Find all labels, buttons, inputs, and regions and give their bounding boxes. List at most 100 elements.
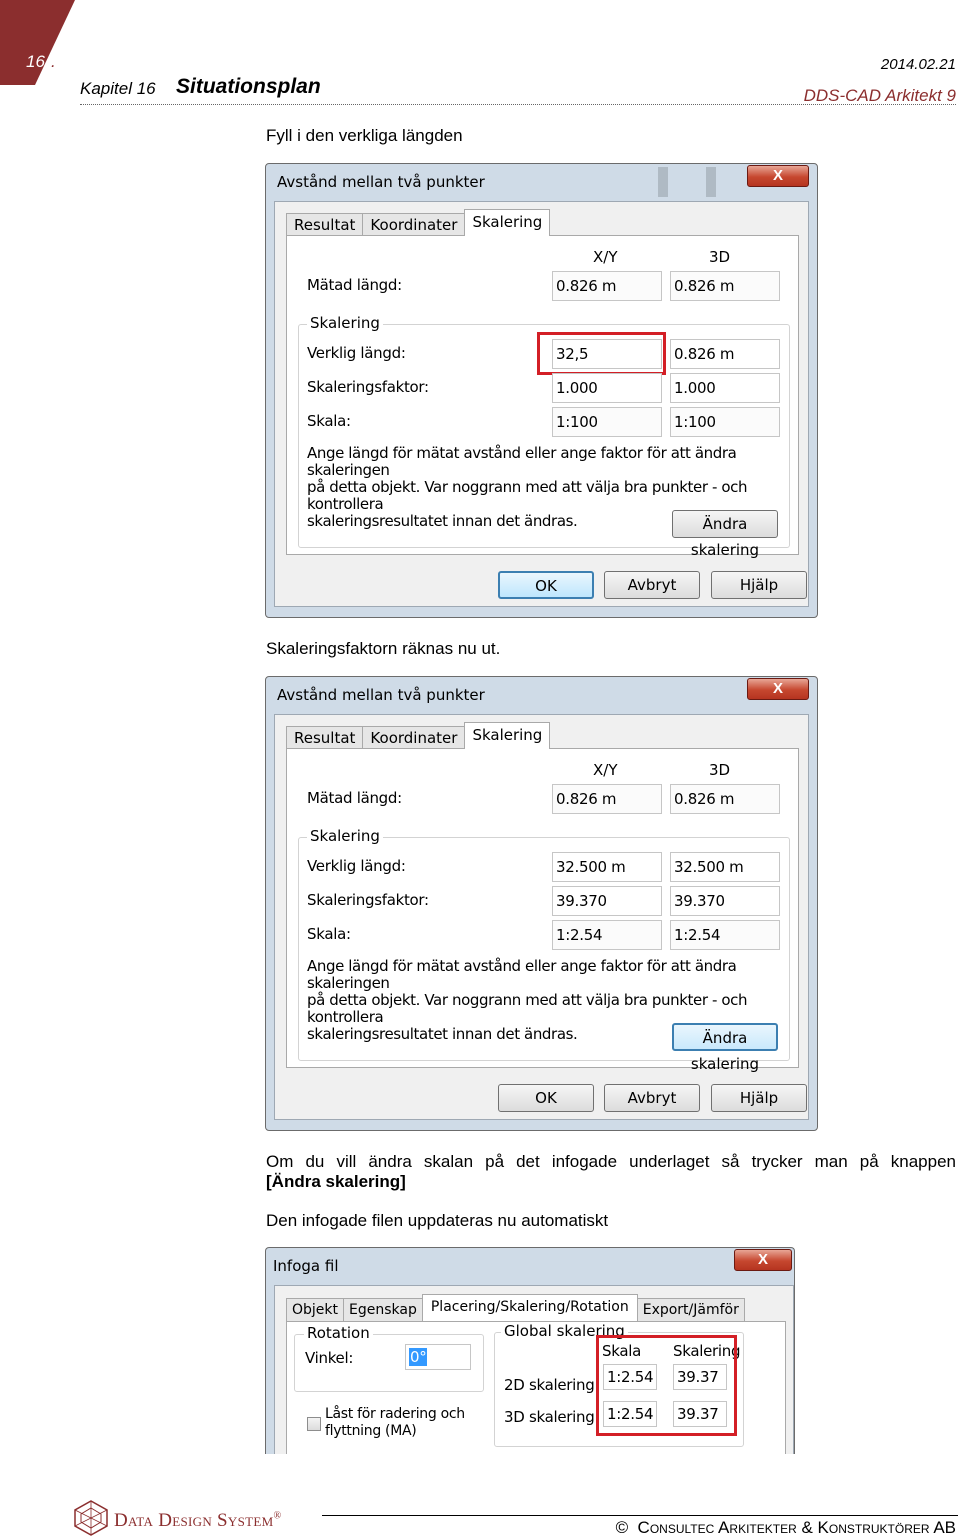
help-line: på detta objekt. Var noggrann med att vä…	[307, 478, 748, 513]
footer-divider	[322, 1515, 958, 1516]
tab-skalering[interactable]: Skalering	[464, 722, 551, 749]
title-glare	[706, 167, 716, 197]
scaling-group-label: Skalering	[307, 314, 383, 332]
angle-label: Vinkel:	[305, 1349, 354, 1367]
cancel-button[interactable]: Avbryt	[604, 1084, 700, 1112]
copyright-symbol: ©	[615, 1518, 629, 1537]
tab-page-skalering: X/Y 3D Mätad längd: 0.826 m 0.826 m Skal…	[286, 235, 799, 559]
copyright: © Consultec Arkitekter & Konstruktörer A…	[616, 1518, 956, 1538]
ok-button[interactable]: OK	[498, 571, 594, 599]
tab-resultat[interactable]: Resultat	[286, 726, 364, 749]
dialog-title: Avstånd mellan två punkter	[277, 686, 485, 704]
lock-label-line: Låst för radering och	[325, 1406, 465, 1422]
column-header-3d: 3D	[709, 248, 731, 266]
close-icon: X	[757, 1251, 768, 1268]
close-button[interactable]: X	[747, 165, 809, 187]
scaling-group-label: Skalering	[307, 827, 383, 845]
close-icon: X	[772, 680, 783, 697]
scale-factor-xy-input[interactable]: 1.000	[552, 373, 662, 403]
scale-3d-field: 1:2.54	[670, 920, 780, 950]
scale-factor-label: Skaleringsfaktor:	[307, 891, 429, 909]
dialog-body: Resultat Koordinater Skalering X/Y 3D Mä…	[274, 714, 809, 1120]
product-name: DDS-CAD Arkitekt 9	[803, 86, 956, 105]
intro-paragraph: Fyll i den verkliga längden	[266, 126, 463, 145]
tab-export[interactable]: Export/Jämför	[636, 1298, 745, 1321]
change-scaling-button[interactable]: Ändra skalering	[672, 1023, 778, 1073]
close-button[interactable]: X	[747, 678, 809, 700]
insert-file-dialog: Infoga fil X Objekt Egenskap Placering/S…	[265, 1247, 795, 1454]
brand-text: Data Design System	[114, 1510, 274, 1531]
tab-resultat[interactable]: Resultat	[286, 213, 364, 236]
real-length-3d-input[interactable]: 0.826 m	[670, 339, 780, 369]
measured-length-3d-field: 0.826 m	[670, 784, 780, 814]
lock-checkbox[interactable]	[307, 1417, 321, 1431]
help-line: på detta objekt. Var noggrann med att vä…	[307, 991, 748, 1026]
distance-dialog-2: Avstånd mellan två punkter X Resultat Ko…	[265, 676, 818, 1131]
tab-koordinater[interactable]: Koordinater	[362, 213, 466, 236]
company-name: Consultec Arkitekter & Konstruktörer AB	[637, 1518, 956, 1537]
column-header-3d: 3D	[709, 761, 731, 779]
lock-label: Låst för radering och flyttning (MA)	[325, 1406, 465, 1440]
company-logo-icon	[74, 1500, 108, 1536]
dialog-body: Objekt Egenskap Placering/Skalering/Rota…	[274, 1285, 794, 1454]
rotation-group-label: Rotation	[304, 1324, 373, 1342]
corner-decoration	[0, 0, 75, 85]
help-button[interactable]: Hjälp	[711, 1084, 807, 1112]
distance-dialog-1: Avstånd mellan två punkter X Resultat Ko…	[265, 163, 818, 618]
registered-mark: ®	[273, 1510, 282, 1522]
cancel-button[interactable]: Avbryt	[604, 571, 700, 599]
help-line: Ange längd för mätat avstånd eller ange …	[307, 444, 737, 479]
chapter-title: Situationsplan	[176, 75, 321, 98]
highlight-box	[537, 332, 666, 375]
column-header-xy: X/Y	[593, 248, 618, 266]
tab-egenskap[interactable]: Egenskap	[343, 1298, 423, 1321]
help-button[interactable]: Hjälp	[711, 571, 807, 599]
tab-skalering[interactable]: Skalering	[464, 209, 551, 236]
tab-bar: Resultat Koordinater Skalering	[286, 722, 551, 749]
tab-bar: Objekt Egenskap Placering/Skalering/Rota…	[286, 1293, 745, 1321]
tab-page-skalering: X/Y 3D Mätad längd: 0.826 m 0.826 m Skal…	[286, 748, 799, 1073]
factor-paragraph: Skaleringsfaktorn räknas nu ut.	[266, 639, 501, 658]
header-divider	[80, 104, 956, 105]
real-length-label: Verklig längd:	[307, 344, 406, 362]
help-line: Ange längd för mätat avstånd eller ange …	[307, 957, 737, 992]
page-number: 16	[26, 52, 45, 71]
tab-koordinater[interactable]: Koordinater	[362, 726, 466, 749]
measured-length-label: Mätad längd:	[307, 789, 402, 807]
tab-objekt[interactable]: Objekt	[286, 1298, 345, 1321]
scale-xy-field: 1:100	[552, 407, 662, 437]
scale-factor-3d-input[interactable]: 1.000	[670, 373, 780, 403]
brand-name: Data Design System®	[114, 1510, 281, 1532]
scale-factor-xy-input[interactable]: 39.370	[552, 886, 662, 916]
title-glare	[658, 167, 668, 197]
change-scale-paragraph: Om du vill ändra skalan på det infogade …	[266, 1152, 956, 1171]
real-length-label: Verklig längd:	[307, 857, 406, 875]
scaling-2d-label: 2D skalering:	[504, 1376, 600, 1394]
document-date: 2014.02.21	[880, 56, 956, 73]
column-header-xy: X/Y	[593, 761, 618, 779]
scale-factor-label: Skaleringsfaktor:	[307, 378, 429, 396]
measured-length-xy-field: 0.826 m	[552, 271, 662, 301]
measured-length-label: Mätad längd:	[307, 276, 402, 294]
page-number-dot: .	[51, 52, 56, 71]
close-button[interactable]: X	[734, 1249, 792, 1271]
highlight-box	[596, 1335, 737, 1436]
auto-update-paragraph: Den infogade filen uppdateras nu automat…	[266, 1211, 609, 1230]
change-scale-button-reference: [Ändra skalering]	[266, 1172, 406, 1191]
real-length-xy-input[interactable]: 32.500 m	[552, 852, 662, 882]
ok-button[interactable]: OK	[498, 1084, 594, 1112]
angle-input[interactable]: 0°	[405, 1344, 471, 1370]
lock-label-line: flyttning (MA)	[325, 1423, 417, 1439]
tab-placering[interactable]: Placering/Skalering/Rotation	[421, 1294, 638, 1321]
real-length-3d-input[interactable]: 32.500 m	[670, 852, 780, 882]
measured-length-xy-field: 0.826 m	[552, 784, 662, 814]
scaling-3d-label: 3D skalering:	[504, 1408, 600, 1426]
measured-length-3d-field: 0.826 m	[670, 271, 780, 301]
angle-value: 0°	[409, 1348, 428, 1366]
dialog-title: Avstånd mellan två punkter	[277, 173, 485, 191]
scale-label: Skala:	[307, 412, 351, 430]
scale-factor-3d-input[interactable]: 39.370	[670, 886, 780, 916]
tab-page-placering: Rotation Vinkel: 0° Låst för radering oc…	[286, 1321, 786, 1454]
change-scaling-button[interactable]: Ändra skalering	[672, 510, 778, 559]
dialog-title: Infoga fil	[273, 1257, 339, 1275]
